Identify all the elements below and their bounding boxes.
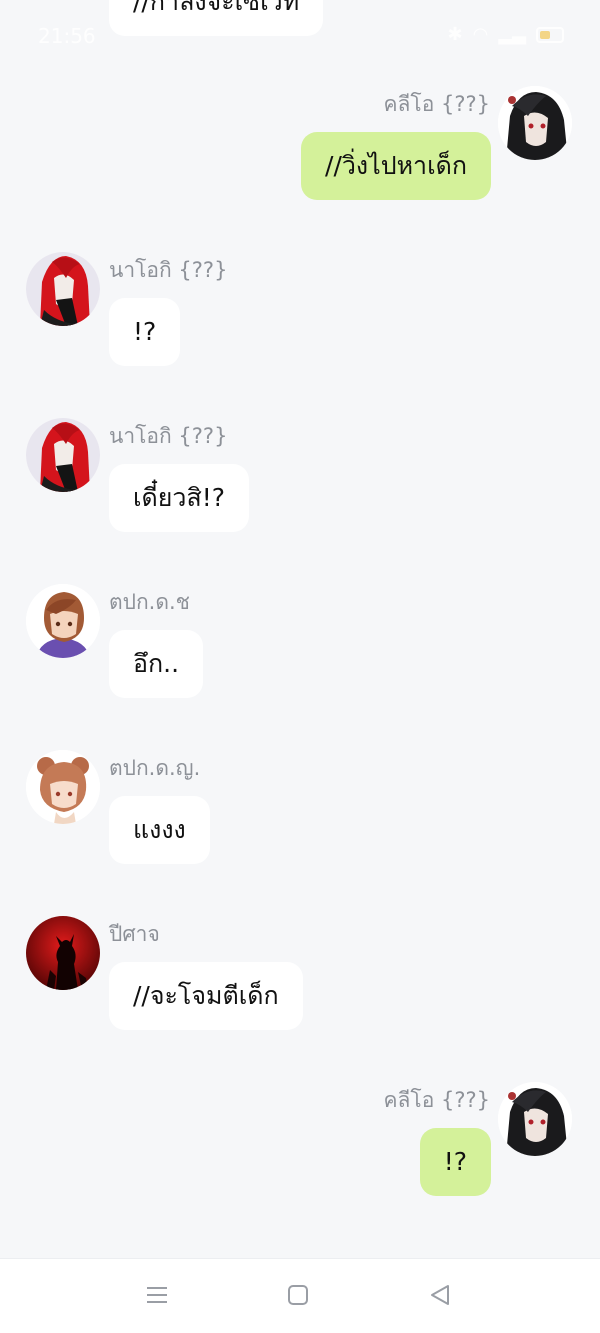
sender-name: นาโอกิ {??}	[109, 424, 228, 448]
battery-icon	[536, 26, 564, 43]
message-row: ปีศาจ //จะโจมตีเด็ก	[0, 916, 600, 1036]
sender-avatar[interactable]	[26, 252, 100, 326]
square-home-icon[interactable]	[286, 1283, 314, 1311]
brown-hair-girl-avatar-icon	[26, 750, 100, 824]
status-bar: 21:56 ✱ ◠ ▂▃	[0, 0, 600, 72]
status-time: 21:56	[38, 24, 96, 48]
bluetooth-icon: ✱	[447, 24, 463, 45]
message-bubble[interactable]: //วิ่งไปหาเด็ก	[301, 132, 491, 200]
navigation-bar	[0, 1258, 600, 1333]
menu-lines-icon[interactable]	[145, 1283, 173, 1311]
message-bubble[interactable]: อึก..	[109, 630, 204, 698]
message-row: นาโอกิ {??} เดี๋ยวสิ!?	[0, 418, 600, 538]
status-icons: ✱ ◠ ▂▃	[447, 24, 564, 45]
sender-avatar[interactable]	[26, 418, 100, 492]
sender-avatar[interactable]	[498, 1082, 572, 1156]
brown-hair-boy-avatar-icon	[26, 584, 100, 658]
sender-name: นาโอกิ {??}	[109, 258, 228, 282]
sender-avatar[interactable]	[26, 750, 100, 824]
message-bubble[interactable]: !?	[419, 1128, 491, 1196]
red-hair-character-avatar-icon	[26, 418, 100, 492]
signal-icon: ▂▃	[498, 24, 526, 45]
message-row: นาโอกิ {??} !?	[0, 252, 600, 372]
sender-name: ปีศาจ	[109, 922, 160, 946]
sender-avatar[interactable]	[26, 916, 100, 990]
message-bubble[interactable]: เดี๋ยวสิ!?	[109, 464, 250, 532]
message-row: คลีโอ {??} !?	[0, 1082, 600, 1202]
message-row: คลีโอ {??} //วิ่งไปหาเด็ก	[0, 86, 600, 206]
chat-area[interactable]: //กำลังจะเซเว็ท คลีโอ {??} //วิ่งไปหาเด็…	[0, 0, 600, 1258]
message-row: ตปก.ด.ช อึก..	[0, 584, 600, 704]
sender-name: ตปก.ด.ช	[109, 590, 190, 614]
dark-hair-character-avatar-icon	[498, 1082, 572, 1156]
red-hair-character-avatar-icon	[26, 252, 100, 326]
sender-name: คลีโอ {??}	[383, 1088, 491, 1112]
demon-silhouette-avatar-icon	[26, 916, 100, 990]
sender-name: คลีโอ {??}	[383, 92, 491, 116]
message-bubble[interactable]: แงงง	[109, 796, 210, 864]
dark-hair-character-avatar-icon	[498, 86, 572, 160]
sender-avatar[interactable]	[26, 584, 100, 658]
triangle-back-icon[interactable]	[428, 1283, 456, 1311]
sender-avatar[interactable]	[498, 86, 572, 160]
message-bubble[interactable]: //จะโจมตีเด็ก	[109, 962, 303, 1030]
message-bubble[interactable]: !?	[109, 298, 181, 366]
wifi-icon: ◠	[472, 24, 489, 45]
message-row: ตปก.ด.ญ. แงงง	[0, 750, 600, 870]
sender-name: ตปก.ด.ญ.	[109, 756, 201, 780]
